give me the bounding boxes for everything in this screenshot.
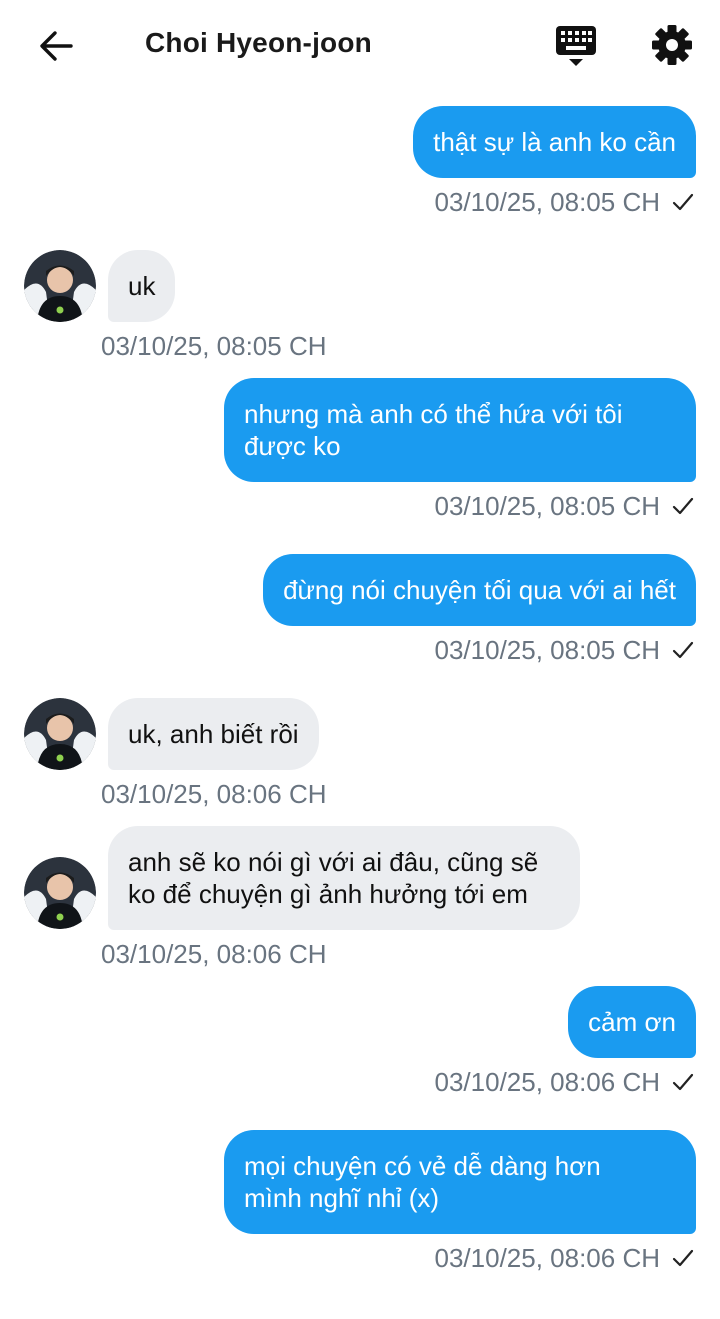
- sent-message-bubble[interactable]: nhưng mà anh có thể hứa với tôi được ko: [224, 378, 696, 482]
- message-meta: 03/10/25, 08:05 CH: [101, 330, 327, 362]
- message-meta: 03/10/25, 08:06 CH: [101, 938, 327, 970]
- chat-title: Choi Hyeon-joon: [145, 27, 372, 58]
- message-timestamp: 03/10/25, 08:05 CH: [434, 634, 661, 665]
- gear-icon: [652, 25, 692, 65]
- avatar[interactable]: [24, 698, 96, 770]
- checkmark-icon: [672, 193, 694, 211]
- back-button[interactable]: [32, 22, 80, 70]
- settings-button[interactable]: [648, 20, 696, 70]
- message-timestamp: 03/10/25, 08:05 CH: [434, 490, 661, 521]
- message-text: thật sự là anh ko cần: [433, 127, 676, 157]
- chat-header: Choi Hyeon-joon: [0, 0, 720, 90]
- message-text: mọi chuyện có vẻ dễ dàng hơn mình nghĩ n…: [244, 1151, 601, 1213]
- received-message-bubble[interactable]: anh sẽ ko nói gì với ai đâu, cũng sẽ ko …: [108, 826, 580, 930]
- message-meta: 03/10/25, 08:06 CH: [101, 778, 327, 810]
- message-meta: 03/10/25, 08:05 CH: [435, 634, 695, 666]
- message-text: uk, anh biết rồi: [128, 719, 299, 749]
- sent-message-bubble[interactable]: đừng nói chuyện tối qua với ai hết: [263, 554, 696, 626]
- message-meta: 03/10/25, 08:05 CH: [435, 186, 695, 218]
- message-row: uk, anh biết rồi 03/10/25, 08:06 CH: [0, 698, 720, 810]
- message-timestamp: 03/10/25, 08:05 CH: [434, 186, 661, 217]
- arrow-left-icon: [40, 31, 73, 61]
- message-row: thật sự là anh ko cần 03/10/25, 08:05 CH: [0, 106, 720, 218]
- received-message-bubble[interactable]: uk: [108, 250, 176, 322]
- checkmark-icon: [672, 641, 694, 659]
- received-message-bubble[interactable]: uk, anh biết rồi: [108, 698, 319, 770]
- message-row: cảm ơn 03/10/25, 08:06 CH: [0, 986, 720, 1098]
- keyboard-icon: [556, 26, 596, 66]
- sent-message-bubble[interactable]: thật sự là anh ko cần: [413, 106, 696, 178]
- message-meta: 03/10/25, 08:05 CH: [435, 490, 695, 522]
- avatar[interactable]: [24, 250, 96, 322]
- message-timestamp: 03/10/25, 08:06 CH: [434, 1242, 661, 1273]
- checkmark-icon: [672, 497, 694, 515]
- message-text: cảm ơn: [588, 1007, 676, 1037]
- message-row: nhưng mà anh có thể hứa với tôi được ko …: [0, 378, 720, 522]
- message-meta: 03/10/25, 08:06 CH: [435, 1242, 695, 1274]
- message-text: nhưng mà anh có thể hứa với tôi được ko: [244, 399, 623, 461]
- message-timestamp: 03/10/25, 08:06 CH: [101, 938, 327, 969]
- message-row: mọi chuyện có vẻ dễ dàng hơn mình nghĩ n…: [0, 1130, 720, 1274]
- avatar[interactable]: [24, 857, 96, 929]
- message-text: uk: [128, 271, 156, 301]
- message-text: anh sẽ ko nói gì với ai đâu, cũng sẽ ko …: [128, 847, 539, 909]
- message-row: uk 03/10/25, 08:05 CH: [0, 250, 720, 362]
- message-timestamp: 03/10/25, 08:06 CH: [101, 778, 327, 809]
- message-timestamp: 03/10/25, 08:05 CH: [101, 330, 327, 361]
- message-meta: 03/10/25, 08:06 CH: [435, 1066, 695, 1098]
- message-row: đừng nói chuyện tối qua với ai hết 03/10…: [0, 554, 720, 666]
- sent-message-bubble[interactable]: mọi chuyện có vẻ dễ dàng hơn mình nghĩ n…: [224, 1130, 696, 1234]
- message-timestamp: 03/10/25, 08:06 CH: [434, 1066, 661, 1097]
- message-text: đừng nói chuyện tối qua với ai hết: [283, 575, 676, 605]
- checkmark-icon: [672, 1073, 694, 1091]
- sent-message-bubble[interactable]: cảm ơn: [568, 986, 696, 1058]
- message-row: anh sẽ ko nói gì với ai đâu, cũng sẽ ko …: [0, 826, 720, 970]
- keyboard-button[interactable]: [552, 20, 600, 70]
- checkmark-icon: [672, 1249, 694, 1267]
